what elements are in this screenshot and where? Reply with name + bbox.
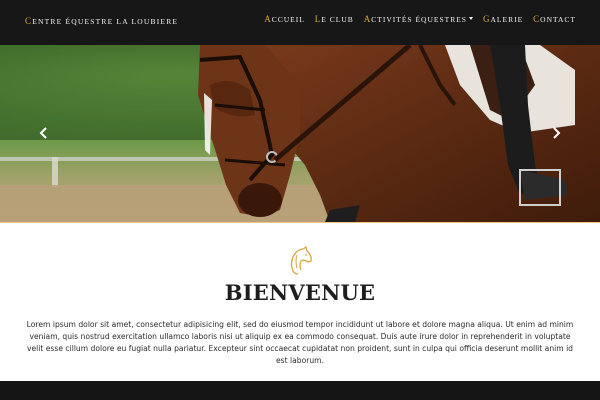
nav-label: alerie [490,15,524,24]
main-nav: Accueil Le Club Activités équestres Gale… [264,14,576,24]
nav-item-accueil[interactable]: Accueil [264,14,305,24]
hero-carousel [0,45,600,222]
chevron-left-icon [39,127,47,139]
welcome-title: BIENVENUE [224,280,376,305]
nav-initial: A [264,14,272,24]
welcome-section: BIENVENUE Lorem ipsum dolor sit amet, co… [0,223,600,381]
chevron-right-icon [553,127,561,139]
nav-item-le-club[interactable]: Le Club [315,14,354,24]
site-brand[interactable]: Centre équestre la loubiere [25,16,178,26]
nav-initial: C [533,14,541,24]
brand-rest: entre équestre la loubiere [32,17,179,26]
caret-down-icon [468,17,473,20]
carousel-next-button[interactable] [548,125,564,141]
hero-image-horse [0,45,600,222]
nav-initial: G [482,14,491,24]
nav-initial: A [363,14,372,24]
horse-head-icon [290,246,312,275]
nav-item-galerie[interactable]: Galerie [483,14,523,24]
carousel-prev-button[interactable] [36,125,52,141]
nav-label: e Club [321,15,354,24]
nav-label: ontact [540,15,576,24]
top-navbar: Centre équestre la loubiere Accueil Le C… [0,0,600,45]
nav-item-contact[interactable]: Contact [533,14,576,24]
nav-item-activites-equestres[interactable]: Activités équestres [364,14,473,24]
nav-label: ctivités équestres [371,15,467,24]
footer-bar [0,381,600,400]
nav-label: ccueil [271,15,305,24]
welcome-body: Lorem ipsum dolor sit amet, consectetur … [26,320,574,365]
